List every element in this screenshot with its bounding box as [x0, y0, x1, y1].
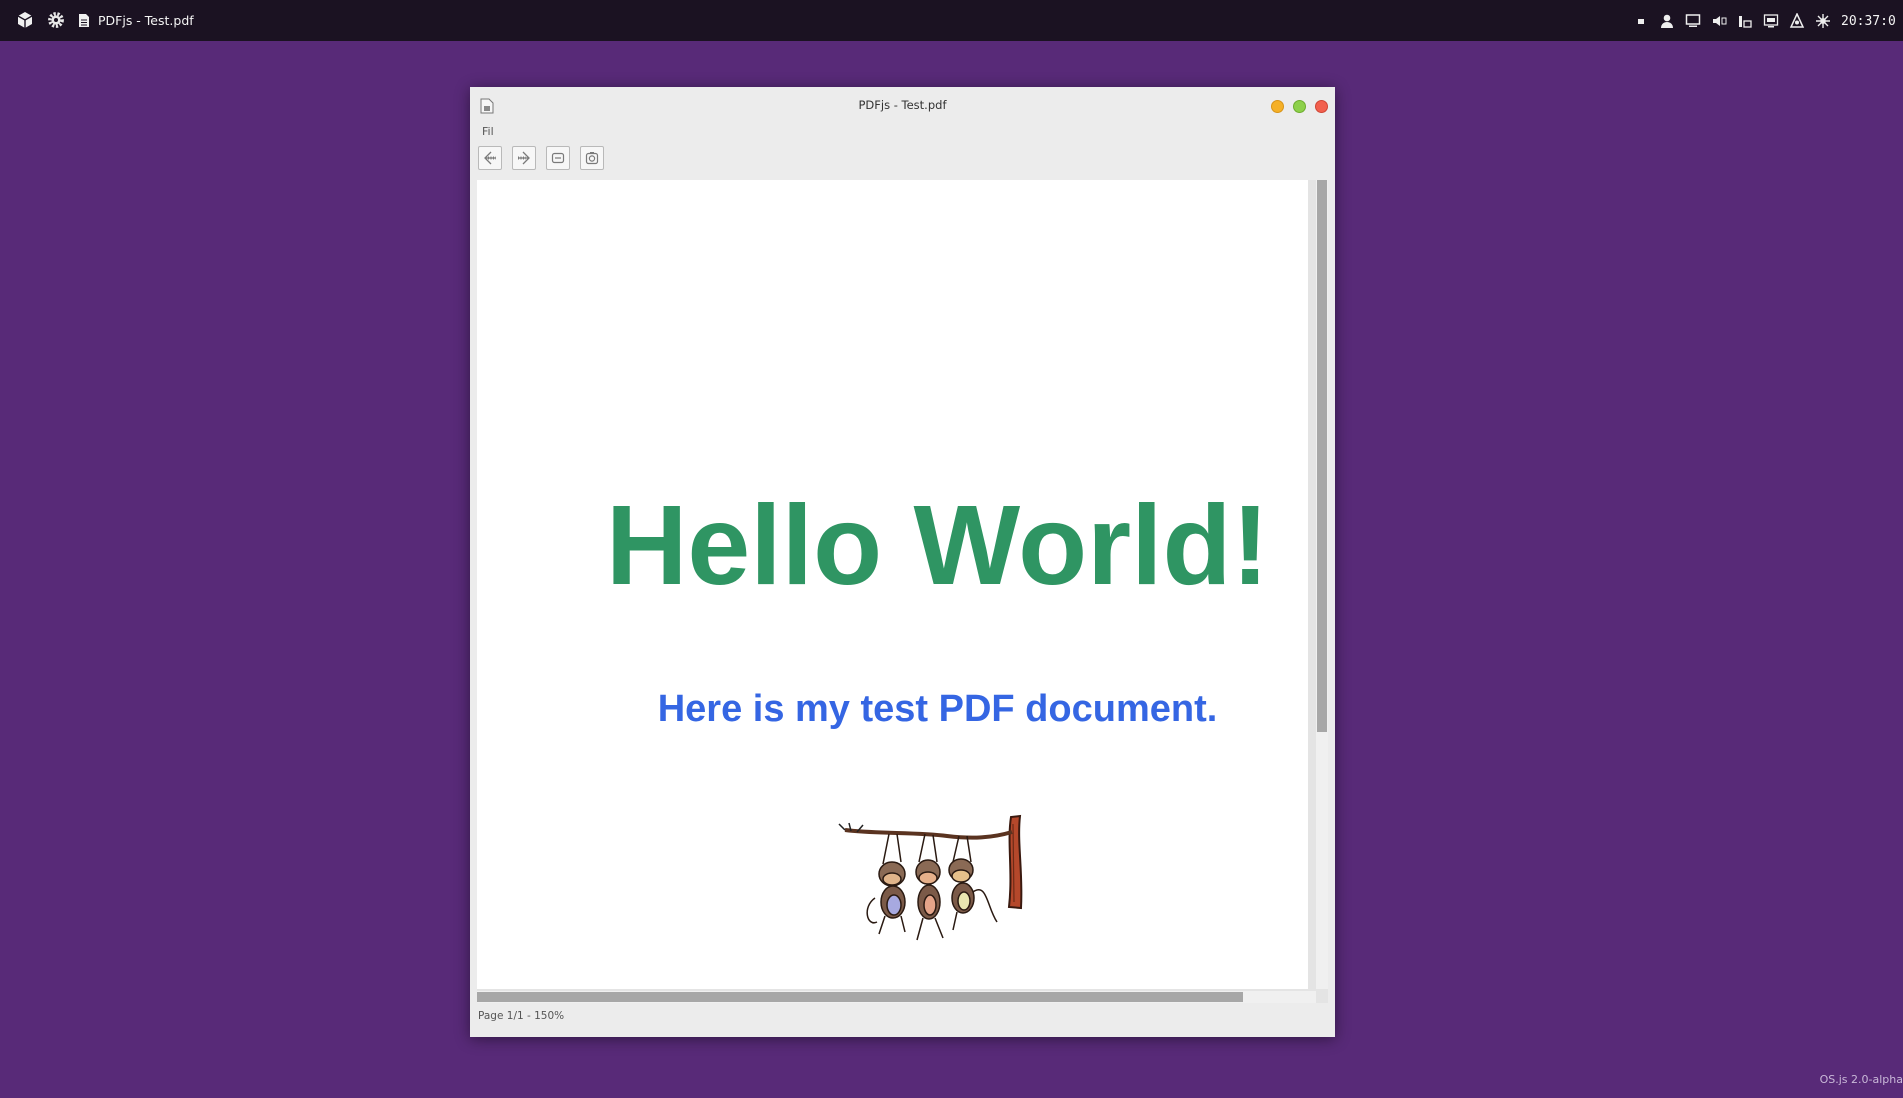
document-heading: Hello World! — [605, 482, 1270, 608]
previous-page-button[interactable] — [478, 146, 502, 170]
status-bar: Page 1/1 - 150% — [478, 1010, 565, 1022]
pdf-viewport[interactable]: Hello World! Here is my test PDF documen… — [477, 180, 1328, 1003]
taskbar-window-button[interactable]: PDFjs - Test.pdf — [78, 9, 194, 31]
toolbar — [478, 146, 604, 172]
taskbar: PDFjs - Test.pdf 20:37:0 — [0, 0, 1903, 41]
network-icon[interactable] — [1737, 13, 1753, 29]
close-button[interactable] — [1315, 100, 1328, 113]
taskbar-window-title: PDFjs - Test.pdf — [98, 12, 194, 28]
next-page-button[interactable] — [512, 146, 536, 170]
clock[interactable]: 20:37:0 — [1841, 14, 1903, 29]
vertical-scroll-thumb[interactable] — [1317, 180, 1327, 732]
display-icon[interactable] — [1763, 13, 1779, 29]
system-tray: 20:37:0 — [1633, 10, 1903, 32]
accessibility-icon[interactable] — [1789, 13, 1805, 29]
forward-icon — [518, 151, 530, 165]
minimize-button[interactable] — [1271, 100, 1284, 113]
vertical-scrollbar[interactable] — [1316, 180, 1328, 989]
notification-icon[interactable] — [1815, 13, 1831, 29]
pdf-viewer-window: PDFjs - Test.pdf Fil Hello World! Here i… — [470, 87, 1335, 1037]
os-logo-icon[interactable] — [15, 10, 35, 30]
fit-page-icon — [551, 152, 565, 164]
document-subheading: Here is my test PDF document. — [657, 688, 1218, 730]
zoom-icon — [585, 152, 599, 165]
menubar: Fil — [470, 122, 1335, 142]
user-icon[interactable] — [1659, 13, 1675, 29]
zoom-button[interactable] — [580, 146, 604, 170]
window-title: PDFjs - Test.pdf — [858, 98, 947, 112]
pdf-page: Hello World! Here is my test PDF documen… — [477, 180, 1308, 989]
window-titlebar[interactable]: PDFjs - Test.pdf — [470, 87, 1335, 123]
document-icon — [79, 13, 89, 27]
os-version-label: OS.js 2.0-alpha — [1819, 1073, 1903, 1086]
monkeys-illustration — [838, 814, 1023, 941]
monitor-icon[interactable] — [1685, 13, 1701, 29]
fit-page-button[interactable] — [546, 146, 570, 170]
stop-icon[interactable] — [1633, 13, 1649, 29]
back-icon — [484, 151, 496, 165]
horizontal-scrollbar[interactable] — [477, 991, 1316, 1003]
menu-file[interactable]: Fil — [482, 125, 494, 138]
volume-icon[interactable] — [1711, 13, 1727, 29]
maximize-button[interactable] — [1293, 100, 1306, 113]
horizontal-scroll-thumb[interactable] — [477, 992, 1243, 1002]
gear-icon[interactable] — [46, 10, 66, 30]
